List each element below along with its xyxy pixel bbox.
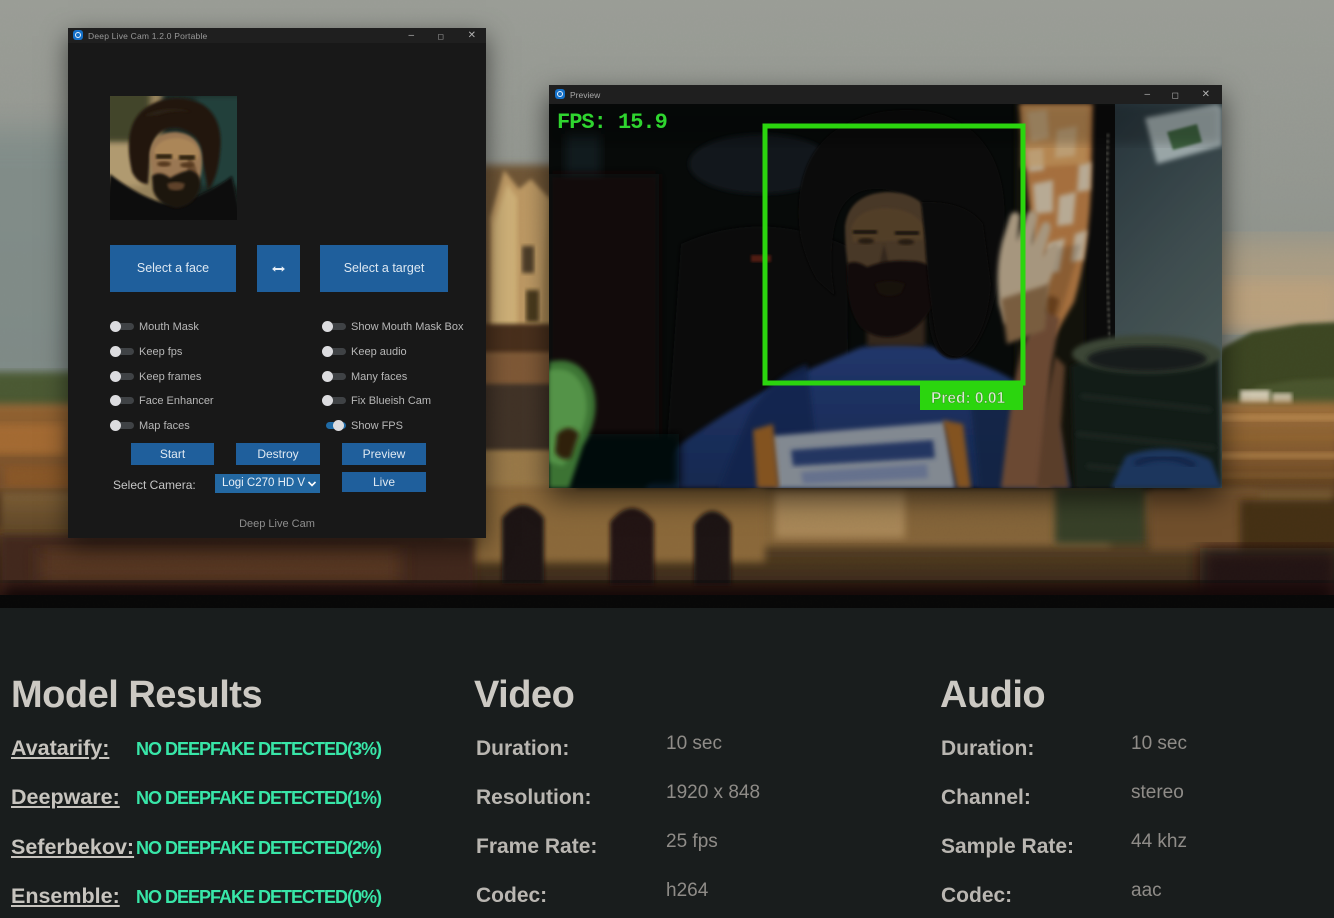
svg-text:FPS: 15.9: FPS: 15.9 — [557, 110, 667, 135]
svg-text:Pred: 0.01: Pred: 0.01 — [931, 390, 1005, 407]
